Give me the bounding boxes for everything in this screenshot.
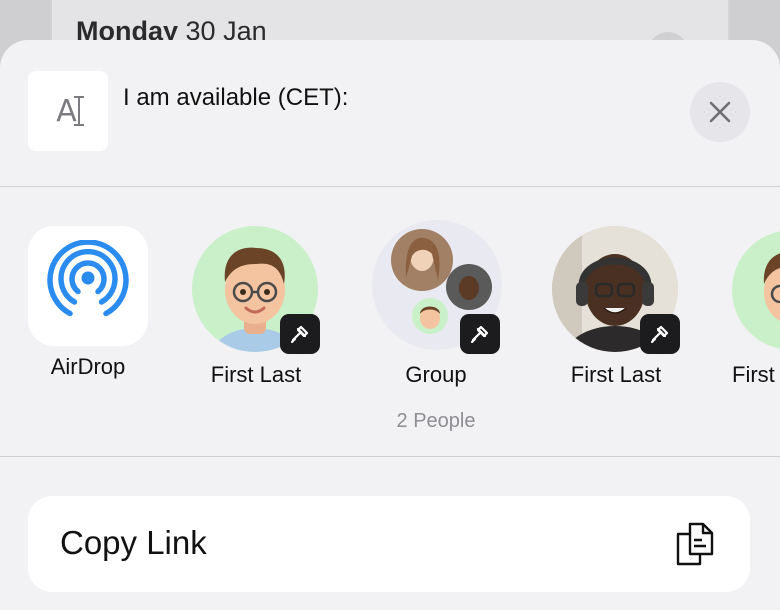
share-target-group[interactable]: Group 2 People [356, 220, 516, 456]
share-target-contact[interactable]: First Last [716, 226, 780, 456]
memoji-avatar [732, 230, 780, 350]
airdrop-icon [47, 240, 129, 317]
close-button[interactable] [690, 82, 750, 142]
app-badge-icon [460, 314, 500, 354]
share-sheet: A I am available (CET): AirDrop First La… [0, 40, 780, 610]
divider [0, 186, 780, 187]
copy-link-label: Copy Link [60, 524, 207, 561]
share-title: I am available (CET): [123, 84, 349, 111]
screen: Monday 30 Jan A I am available (CET): Ai… [0, 0, 780, 610]
share-target-contact[interactable]: First Last [176, 226, 336, 456]
preview-thumbnail: A [28, 71, 108, 151]
divider [0, 456, 780, 457]
airdrop-tile [28, 226, 148, 346]
share-target-label: AirDrop [50, 354, 126, 379]
share-target-label: First Last [210, 362, 302, 387]
share-target-label: First Last [570, 362, 662, 387]
copy-link-button[interactable]: Copy Link [28, 496, 750, 592]
share-sheet-header: A I am available (CET): [0, 40, 780, 186]
share-target-airdrop[interactable]: AirDrop [8, 226, 168, 456]
share-target-sublabel: 2 People [396, 410, 476, 432]
share-target-label: First Last [732, 362, 780, 387]
app-badge-icon [640, 314, 680, 354]
text-preview-icon: A [56, 94, 84, 129]
app-badge-icon [280, 314, 320, 354]
copy-documents-icon [676, 522, 714, 566]
share-target-label: Group [405, 362, 467, 387]
share-target-contact[interactable]: First Last [536, 226, 696, 456]
close-icon [709, 101, 731, 123]
